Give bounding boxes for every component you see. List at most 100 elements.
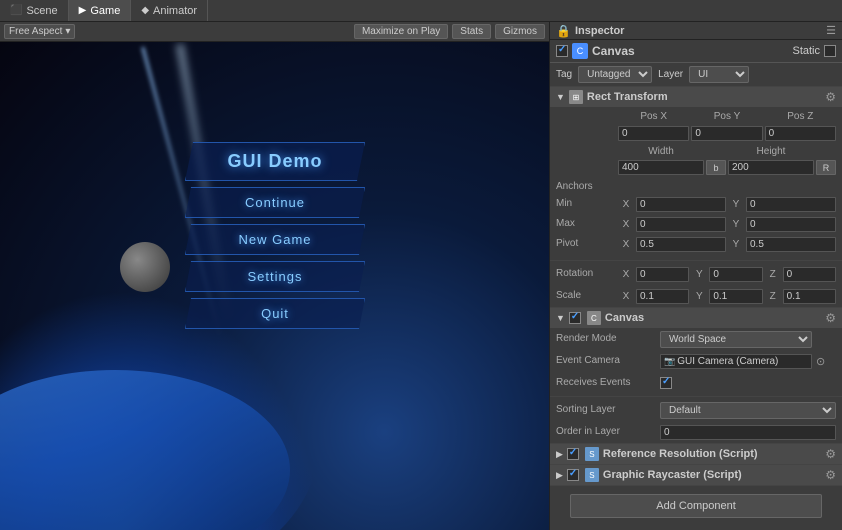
separator-1 bbox=[550, 260, 842, 261]
canvas-section: ▼ C Canvas ⚙ Render Mode World Space E bbox=[550, 308, 842, 444]
event-camera-select-icon[interactable]: ⊙ bbox=[816, 355, 836, 368]
separator-2 bbox=[550, 396, 842, 397]
rotation-z-input[interactable] bbox=[783, 267, 836, 282]
anchors-title: Anchors bbox=[556, 179, 836, 194]
gc-icon: S bbox=[585, 468, 599, 482]
object-enable-checkbox[interactable] bbox=[556, 45, 568, 57]
rect-transform-icon: ⊞ bbox=[569, 90, 583, 104]
event-camera-row: Event Camera 📷 GUI Camera (Camera) ⊙ bbox=[550, 350, 842, 372]
tab-animator-label: Animator bbox=[153, 5, 197, 17]
inspector-body: C Canvas Static Tag Untagged Layer UI ▼ bbox=[550, 40, 842, 530]
sorting-layer-dropdown[interactable]: Default bbox=[660, 402, 836, 419]
anchor-min-label: Min bbox=[556, 195, 616, 213]
anchor-min-y-input[interactable] bbox=[746, 197, 836, 212]
tab-scene[interactable]: ⬛ Scene bbox=[0, 0, 69, 21]
pos-y-header: Pos Y bbox=[691, 110, 762, 123]
order-in-layer-row: Order in Layer bbox=[550, 421, 842, 443]
ref-res-arrow: ▶ bbox=[556, 449, 563, 460]
ref-res-enable-checkbox[interactable] bbox=[567, 448, 579, 460]
anchor-max-x-input[interactable] bbox=[636, 217, 726, 232]
anchor-max-y-input[interactable] bbox=[746, 217, 836, 232]
r-button[interactable]: R bbox=[816, 160, 836, 175]
reference-resolution-header[interactable]: ▶ S Reference Resolution (Script) ⚙ bbox=[550, 444, 842, 464]
width-input[interactable] bbox=[618, 160, 704, 175]
main-content: Free Aspect ▾ Maximize on Play Stats Giz… bbox=[0, 22, 842, 530]
maximize-on-play-button[interactable]: Maximize on Play bbox=[354, 24, 448, 39]
rect-transform-gear-icon[interactable]: ⚙ bbox=[825, 90, 836, 104]
scale-z-input[interactable] bbox=[783, 289, 836, 304]
rect-transform-title: Rect Transform bbox=[587, 91, 821, 103]
static-checkbox[interactable] bbox=[824, 45, 836, 57]
pivot-y-input[interactable] bbox=[746, 237, 836, 252]
inspector-menu-icon[interactable]: ☰ bbox=[826, 24, 836, 37]
rotation-x-input[interactable] bbox=[636, 267, 689, 282]
rect-transform-header[interactable]: ▼ ⊞ Rect Transform ⚙ bbox=[550, 87, 842, 107]
tab-game[interactable]: ▶ Game bbox=[69, 0, 132, 21]
tag-label: Tag bbox=[556, 69, 572, 80]
aspect-label: Free Aspect bbox=[9, 26, 62, 37]
scale-y-input[interactable] bbox=[709, 289, 762, 304]
chevron-down-icon: ▾ bbox=[65, 26, 70, 37]
graphic-raycaster-title: Graphic Raycaster (Script) bbox=[603, 469, 821, 481]
graphic-raycaster-section: ▶ S Graphic Raycaster (Script) ⚙ bbox=[550, 465, 842, 486]
canvas-enable-checkbox[interactable] bbox=[569, 312, 581, 324]
continue-button[interactable]: Continue bbox=[185, 187, 365, 218]
pos-z-header: Pos Z bbox=[765, 110, 836, 123]
tab-animator[interactable]: ◆ Animator bbox=[131, 0, 208, 21]
tag-dropdown[interactable]: Untagged bbox=[578, 66, 652, 83]
reference-resolution-title: Reference Resolution (Script) bbox=[603, 448, 821, 460]
sorting-layer-label: Sorting Layer bbox=[556, 401, 656, 419]
gc-enable-checkbox[interactable] bbox=[567, 469, 579, 481]
order-in-layer-input[interactable] bbox=[660, 425, 836, 440]
canvas-header[interactable]: ▼ C Canvas ⚙ bbox=[550, 308, 842, 328]
pos-x-input[interactable] bbox=[618, 126, 689, 141]
b-button[interactable]: b bbox=[706, 160, 726, 175]
gui-panel: GUI Demo Continue New Game Settings Quit bbox=[185, 142, 365, 329]
ref-res-gear-icon[interactable]: ⚙ bbox=[825, 447, 836, 461]
pos-z-input[interactable] bbox=[765, 126, 836, 141]
anchor-max-label: Max bbox=[556, 215, 616, 233]
sorting-layer-row: Sorting Layer Default bbox=[550, 399, 842, 421]
pivot-label: Pivot bbox=[556, 235, 616, 253]
scale-label: Scale bbox=[556, 287, 616, 305]
graphic-raycaster-header[interactable]: ▶ S Graphic Raycaster (Script) ⚙ bbox=[550, 465, 842, 485]
object-name: Canvas bbox=[592, 44, 788, 58]
inspector-icon: 🔒 bbox=[556, 24, 571, 38]
reference-resolution-section: ▶ S Reference Resolution (Script) ⚙ bbox=[550, 444, 842, 465]
gc-gear-icon[interactable]: ⚙ bbox=[825, 468, 836, 482]
rotation-label: Rotation bbox=[556, 265, 616, 283]
receives-events-row: Receives Events bbox=[550, 372, 842, 394]
anchor-min-x-input[interactable] bbox=[636, 197, 726, 212]
game-view: Free Aspect ▾ Maximize on Play Stats Giz… bbox=[0, 22, 549, 530]
inspector-panel: 🔒 Inspector ☰ C Canvas Static Tag Untagg… bbox=[549, 22, 842, 530]
add-component-button[interactable]: Add Component bbox=[570, 494, 822, 518]
pos-y-input[interactable] bbox=[691, 126, 762, 141]
rotation-y-input[interactable] bbox=[709, 267, 762, 282]
gizmos-button[interactable]: Gizmos bbox=[495, 24, 545, 39]
gc-arrow: ▶ bbox=[556, 470, 563, 481]
game-canvas: GUI Demo Continue New Game Settings Quit bbox=[0, 42, 549, 530]
settings-button[interactable]: Settings bbox=[185, 261, 365, 292]
render-mode-dropdown[interactable]: World Space bbox=[660, 331, 812, 348]
anchor-min-row: Min X Y bbox=[556, 194, 836, 214]
receives-events-label: Receives Events bbox=[556, 374, 656, 392]
scale-x-input[interactable] bbox=[636, 289, 689, 304]
aspect-select[interactable]: Free Aspect ▾ bbox=[4, 24, 75, 39]
layer-dropdown[interactable]: UI bbox=[689, 66, 749, 83]
pivot-x-input[interactable] bbox=[636, 237, 726, 252]
height-header: Height bbox=[728, 145, 814, 158]
new-game-button[interactable]: New Game bbox=[185, 224, 365, 255]
rect-transform-arrow: ▼ bbox=[556, 92, 565, 102]
width-height-values: b R bbox=[550, 160, 842, 177]
render-mode-row: Render Mode World Space bbox=[550, 328, 842, 350]
scale-row: Scale X Y Z bbox=[550, 285, 842, 307]
canvas-gear-icon[interactable]: ⚙ bbox=[825, 311, 836, 325]
stats-button[interactable]: Stats bbox=[452, 24, 491, 39]
quit-button[interactable]: Quit bbox=[185, 298, 365, 329]
game-icon: ▶ bbox=[79, 5, 87, 16]
event-camera-label: Event Camera bbox=[556, 352, 656, 370]
receives-events-checkbox[interactable] bbox=[660, 377, 672, 389]
tab-scene-label: Scene bbox=[26, 5, 57, 17]
height-input[interactable] bbox=[728, 160, 814, 175]
pivot-row: Pivot X Y bbox=[556, 234, 836, 254]
